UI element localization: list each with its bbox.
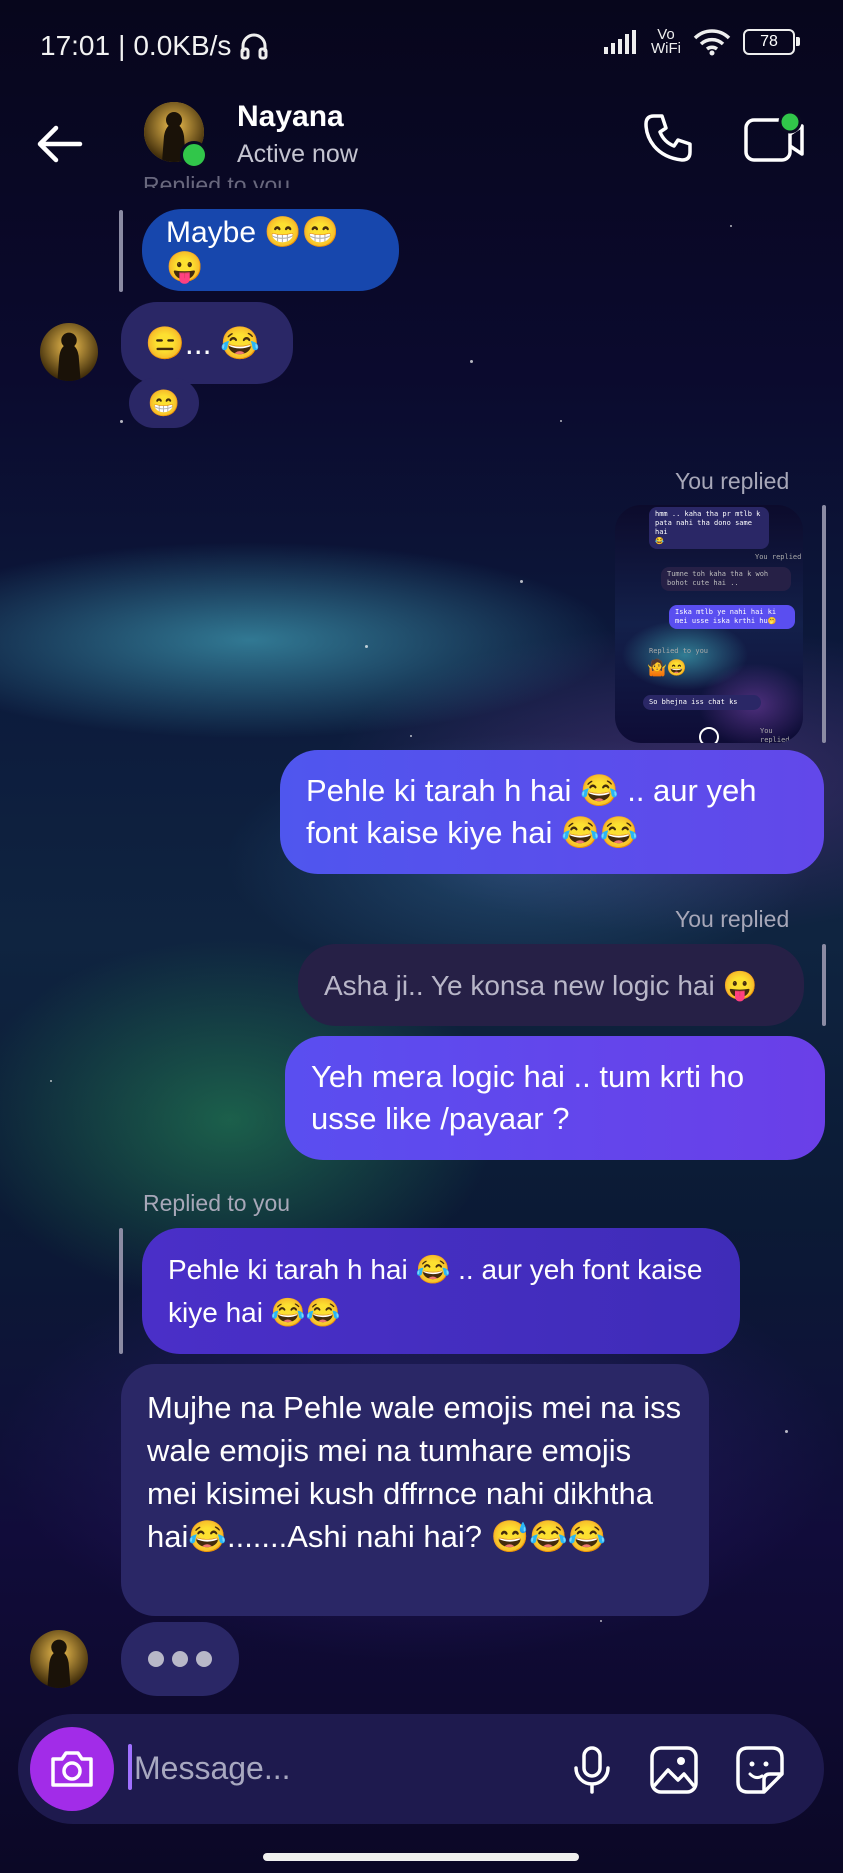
reply-bar <box>119 1228 123 1354</box>
thumb-message: hmm .. kaha tha pr mtlb k pata nahi tha d… <box>649 507 769 549</box>
quoted-message[interactable]: Asha ji.. Ye konsa new logic hai 😛 <box>298 944 804 1026</box>
status-bar: 17:01 | 0.0KB/s Vo WiFi 78 <box>0 0 843 96</box>
message-bubble-me[interactable]: Pehle ki tarah h hai 😂 .. aur yeh font k… <box>280 750 824 874</box>
chat-header: Nayana Active now <box>0 96 843 192</box>
message-bubble-reaction[interactable]: 😑... 😂 <box>121 302 293 384</box>
home-indicator[interactable] <box>263 1853 579 1861</box>
message-reaction-small[interactable]: 😁 <box>129 378 199 428</box>
you-replied-label: You replied <box>675 906 790 932</box>
battery-indicator: 78 <box>743 29 800 55</box>
typing-indicator <box>121 1622 239 1696</box>
thumb-camera-icon <box>699 727 719 743</box>
replied-to-you-label-cutoff: Replied to you <box>143 172 291 188</box>
camera-icon <box>51 1751 93 1787</box>
typing-dot <box>148 1651 164 1667</box>
you-replied-label: You replied <box>675 468 790 494</box>
thumb-emojis: 🤷😄 <box>647 658 687 677</box>
sticker-icon[interactable] <box>734 1744 786 1796</box>
reply-bar <box>822 944 826 1026</box>
message-bubble-maybe[interactable]: Maybe 😁😁😛 <box>142 209 399 291</box>
clock: 17:01 <box>40 30 111 61</box>
camera-button[interactable] <box>30 1727 114 1811</box>
wifi-icon <box>693 29 731 56</box>
online-indicator <box>180 141 208 169</box>
thumb-quote: Tumne toh kaha tha k woh bohot cute hai … <box>661 567 791 591</box>
phone-call-icon[interactable] <box>640 110 696 166</box>
contact-avatar-small[interactable] <box>30 1630 88 1688</box>
status-left: 17:01 | 0.0KB/s <box>40 30 269 62</box>
gallery-icon[interactable] <box>648 1744 700 1796</box>
back-arrow-icon[interactable] <box>32 116 88 172</box>
thumb-message-me: Iska mtlb ye nahi hai ki mei usse iska k… <box>669 605 795 629</box>
message-bubble-me[interactable]: Yeh mera logic hai .. tum krti ho usse l… <box>285 1036 825 1160</box>
network-speed: 0.0KB/s <box>133 30 232 61</box>
video-call-icon[interactable] <box>742 110 806 166</box>
signal-icon <box>604 30 636 54</box>
typing-dot <box>196 1651 212 1667</box>
thumb-you-replied: You replied <box>755 553 802 561</box>
quoted-message[interactable]: Pehle ki tarah h hai 😂 .. aur yeh font k… <box>142 1228 740 1354</box>
contact-status: Active now <box>237 140 358 168</box>
thumb-you-replied-2: You replied <box>760 727 790 743</box>
replied-to-you-label: Replied to you <box>143 1190 291 1216</box>
microphone-icon[interactable] <box>566 1744 618 1796</box>
vowifi-indicator: Vo WiFi <box>651 26 681 57</box>
typing-dot <box>172 1651 188 1667</box>
contact-avatar-small[interactable] <box>40 323 98 381</box>
message-bubble-long[interactable]: Mujhe na Pehle wale emojis mei na iss wa… <box>121 1364 709 1616</box>
contact-name[interactable]: Nayana <box>237 100 344 134</box>
reply-bar <box>822 505 826 743</box>
message-composer <box>18 1714 824 1824</box>
separator: | <box>118 30 126 61</box>
shared-image-thumbnail[interactable]: hmm .. kaha tha pr mtlb k pata nahi tha d… <box>615 505 803 743</box>
reply-bar <box>119 210 123 292</box>
thumb-message-them: So bhejna iss chat ks <box>643 695 761 710</box>
status-right: Vo WiFi 78 <box>603 26 800 57</box>
headphones-icon <box>240 33 268 60</box>
message-input[interactable] <box>132 1742 566 1794</box>
